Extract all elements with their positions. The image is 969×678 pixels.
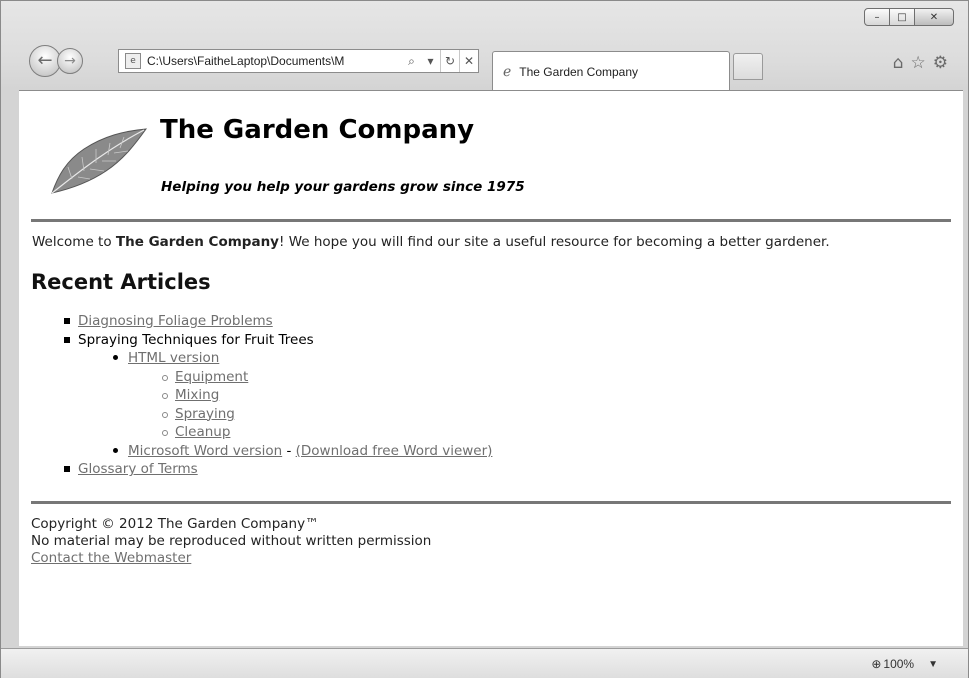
welcome-paragraph: Welcome to The Garden Company! We hope y…: [19, 222, 949, 251]
dropdown-chevron-icon[interactable]: ▾: [421, 50, 440, 72]
welcome-text-start: Welcome to: [32, 234, 116, 250]
zoom-level: 100%: [883, 657, 915, 671]
maximize-button[interactable]: □: [889, 8, 915, 26]
link-separator: -: [282, 442, 296, 459]
list-item: Spraying: [160, 405, 963, 424]
list-item: Cleanup: [160, 423, 963, 442]
article-link-diagnosing[interactable]: Diagnosing Foliage Problems: [78, 313, 273, 329]
welcome-company-name: The Garden Company: [115, 234, 279, 250]
window-caption-buttons: – □ ✕: [864, 8, 954, 26]
tab-the-garden-company[interactable]: ℯ The Garden Company: [492, 51, 730, 91]
list-item: Equipment: [160, 368, 963, 387]
close-button[interactable]: ✕: [914, 8, 954, 26]
address-input[interactable]: C:\Users\FaitheLaptop\Documents\M: [147, 54, 347, 68]
articles-list: Diagnosing Foliage Problems Spraying Tec…: [64, 312, 963, 479]
forward-button[interactable]: →: [57, 48, 83, 74]
article-title-spraying: Spraying Techniques for Fruit Trees: [78, 331, 314, 348]
tab-label: The Garden Company: [519, 64, 639, 79]
zoom-magnifier-icon: ⊕: [871, 657, 882, 671]
ie-icon: ℯ: [503, 63, 512, 80]
recent-articles-heading: Recent Articles: [31, 270, 211, 294]
contact-webmaster-link[interactable]: Contact the Webmaster: [31, 550, 191, 566]
section-link-mixing[interactable]: Mixing: [175, 387, 219, 403]
refresh-icon[interactable]: ↻: [440, 50, 459, 72]
list-item: Mixing: [160, 386, 963, 405]
list-item: Microsoft Word version - (Download free …: [108, 442, 963, 461]
site-title: The Garden Company: [160, 115, 475, 145]
stop-icon[interactable]: ✕: [459, 50, 478, 72]
settings-gear-icon[interactable]: ⚙: [933, 53, 948, 73]
navigation-buttons: ← →: [29, 45, 83, 77]
section-link-equipment[interactable]: Equipment: [175, 369, 248, 385]
leaf-logo: [51, 128, 148, 194]
word-version-link[interactable]: Microsoft Word version: [128, 443, 282, 459]
list-item: Spraying Techniques for Fruit Trees HTML…: [64, 331, 963, 461]
article-versions: HTML version Equipment Mixing Spraying C…: [108, 349, 963, 460]
back-arrow-icon: ←: [37, 50, 53, 71]
toolbar-icons: ⌂ ☆ ⚙: [886, 53, 948, 73]
welcome-text-end: ! We hope you will find our site a usefu…: [278, 234, 830, 250]
download-word-viewer-link[interactable]: (Download free Word viewer): [296, 443, 493, 459]
page-content: The Garden Company Helping you help your…: [19, 90, 963, 646]
site-footer: Copyright © 2012 The Garden Company™ No …: [19, 504, 963, 579]
browser-window: – □ ✕ ← → e C:\Users\FaitheLaptop\Docume…: [0, 0, 969, 678]
home-icon[interactable]: ⌂: [893, 53, 904, 73]
site-tagline: Helping you help your gardens grow since…: [161, 179, 525, 195]
html-sections: Equipment Mixing Spraying Cleanup: [160, 368, 963, 442]
search-icon[interactable]: ⌕: [402, 50, 421, 72]
list-item: HTML version Equipment Mixing Spraying C…: [108, 349, 963, 442]
status-bar: ⊕ 100% ▼: [1, 648, 968, 678]
html-version-link[interactable]: HTML version: [128, 350, 219, 366]
favorites-star-icon[interactable]: ☆: [911, 53, 926, 73]
forward-arrow-icon: →: [64, 53, 76, 69]
page-icon: e: [125, 53, 141, 69]
glossary-link[interactable]: Glossary of Terms: [78, 461, 198, 477]
new-tab-button[interactable]: [733, 53, 763, 80]
permission-notice: No material may be reproduced without wr…: [31, 532, 432, 549]
minimize-button[interactable]: –: [864, 8, 890, 26]
list-item: Diagnosing Foliage Problems: [64, 312, 963, 331]
site-header: The Garden Company Helping you help your…: [19, 91, 963, 219]
zoom-control[interactable]: ⊕ 100% ▼: [871, 657, 938, 671]
address-tools: ⌕ ▾ ↻ ✕: [402, 50, 478, 72]
list-item: Glossary of Terms: [64, 460, 963, 479]
section-link-spraying[interactable]: Spraying: [175, 406, 235, 422]
section-link-cleanup[interactable]: Cleanup: [175, 424, 230, 440]
zoom-dropdown-icon[interactable]: ▼: [928, 659, 938, 670]
address-bar[interactable]: e C:\Users\FaitheLaptop\Documents\M ⌕ ▾ …: [118, 49, 479, 73]
copyright-text: Copyright © 2012 The Garden Company™: [31, 515, 319, 532]
